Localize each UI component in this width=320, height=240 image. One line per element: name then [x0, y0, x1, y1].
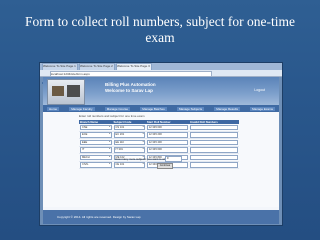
nav-item-batches[interactable]: Manage Batches	[140, 106, 167, 111]
site-title-line2: Welcome to Sarav Lap	[105, 88, 153, 93]
nav-item-faculty[interactable]: Manage Faculty	[69, 106, 95, 111]
nav-item-course[interactable]: Manage Course	[104, 106, 131, 111]
start-roll-input[interactable]: 12 345 400	[146, 139, 188, 145]
nav-item-exams[interactable]: Manage Exams	[250, 106, 275, 111]
address-bar: localhost:1234/site/form.aspx	[40, 70, 282, 84]
invalid-roll-input[interactable]	[190, 124, 238, 130]
subject-select[interactable]: IT 301	[113, 147, 145, 153]
slide-title: Form to collect roll numbers, subject fo…	[25, 14, 295, 45]
table-row: IT IT 301 12 345 600	[79, 146, 239, 154]
nav-item-results[interactable]: Manage Results	[214, 106, 240, 111]
more-subjects-question: How many more subjects you want to add?	[115, 157, 169, 161]
branch-select[interactable]: MECH	[80, 154, 112, 160]
table-row: EEE EE 110 12 345 400	[79, 138, 239, 147]
nav-item-home[interactable]: Home	[47, 106, 60, 111]
nav-buttons-icon[interactable]	[42, 71, 48, 84]
more-subjects-select[interactable]: 0	[165, 156, 182, 162]
table-row: ECE EC 201 12 345 200	[79, 131, 239, 139]
browser-screenshot: Welcome To Site Page 1 Welcome To Site P…	[39, 62, 283, 226]
exam-form-table: Branch Name Subject Code Start Roll Numb…	[79, 120, 239, 169]
nav-item-subjects[interactable]: Manage Subjects	[176, 106, 205, 111]
site-logo	[47, 79, 85, 105]
browser-tab-bar: Welcome To Site Page 1 Welcome To Site P…	[40, 63, 282, 70]
branch-select[interactable]: CIVIL	[80, 162, 112, 168]
main-content: Enter roll numbers and subject for one t…	[43, 112, 279, 207]
start-roll-input[interactable]: 12 345 000	[146, 124, 188, 130]
invalid-roll-input[interactable]	[190, 154, 238, 160]
site-footer: Copyright © 2014. All rights are reserve…	[43, 210, 279, 224]
branch-select[interactable]: ECE	[80, 132, 112, 138]
subject-select[interactable]: CE 101	[113, 162, 145, 168]
start-roll-input[interactable]: 12 345 200	[146, 132, 188, 138]
invalid-roll-input[interactable]	[190, 147, 238, 153]
subject-select[interactable]: EE 110	[113, 139, 145, 145]
browser-tab-active[interactable]: Welcome To Site Page 3	[116, 63, 152, 70]
logout-link[interactable]: Logout	[254, 88, 265, 92]
invalid-roll-input[interactable]	[190, 132, 238, 138]
branch-select[interactable]: IT	[80, 147, 112, 153]
branch-select[interactable]: CSE	[80, 124, 112, 130]
browser-tab[interactable]: Welcome To Site Page 2	[79, 63, 115, 70]
branch-select[interactable]: EEE	[80, 139, 112, 145]
browser-tab[interactable]: Welcome To Site Page 1	[42, 63, 78, 70]
site-title: Billing Plus Automation Welcome to Sarav…	[105, 82, 156, 94]
subject-select[interactable]: CS 101	[113, 124, 145, 130]
continue-button[interactable]: Continue	[157, 163, 173, 169]
table-row: CSE CS 101 12 345 000	[79, 124, 239, 132]
subject-select[interactable]: EC 201	[113, 132, 145, 138]
form-caption: Enter roll numbers and subject for one t…	[79, 114, 145, 118]
invalid-roll-input[interactable]	[190, 162, 238, 168]
invalid-roll-input[interactable]	[190, 139, 238, 145]
site-header: Billing Plus Automation Welcome to Sarav…	[43, 77, 279, 105]
web-page: Billing Plus Automation Welcome to Sarav…	[43, 77, 279, 224]
start-roll-input[interactable]: 12 345 600	[146, 147, 188, 153]
site-nav: Home Manage Faculty Manage Course Manage…	[43, 105, 279, 112]
